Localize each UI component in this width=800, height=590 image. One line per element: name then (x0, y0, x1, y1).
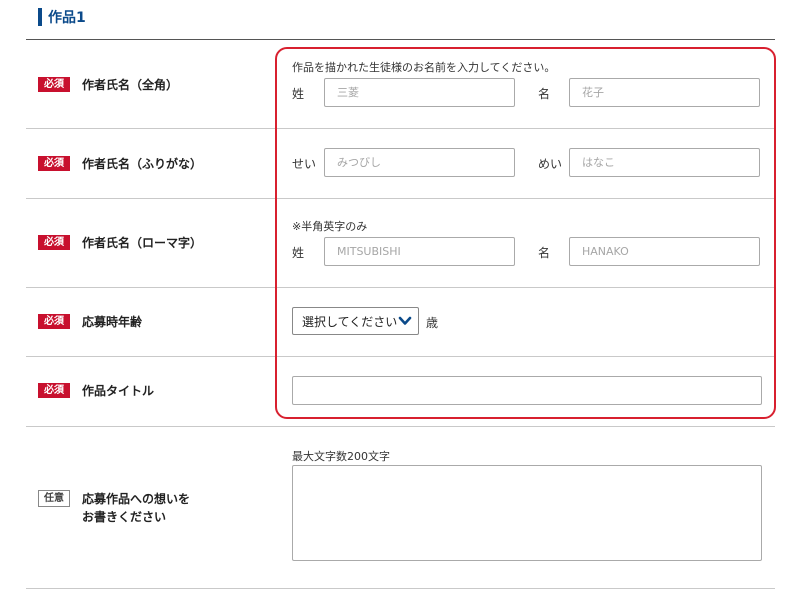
row-divider (26, 356, 775, 357)
required-badge: 必須 (38, 382, 70, 398)
thoughts-textarea[interactable] (292, 465, 762, 561)
label-line-2: お書きください (82, 510, 167, 524)
row-divider (26, 588, 775, 589)
row-divider (26, 426, 775, 427)
section-title: 作品1 (38, 8, 86, 26)
label-line-1: 応募作品への想いを (82, 492, 191, 506)
first-name-roman-label: 名 (538, 246, 551, 260)
row-divider (26, 128, 775, 129)
first-name-kanji-input[interactable] (569, 78, 760, 107)
chevron-down-icon (398, 316, 412, 325)
required-badge: 必須 (38, 313, 70, 329)
label-text-block: 応募作品への想いを お書きください (82, 490, 190, 526)
first-name-kana-label: めい (538, 157, 563, 171)
label-text: 作者氏名（全角） (82, 77, 179, 92)
row-divider (26, 287, 775, 288)
label-age: 必須 応募時年齢 (38, 311, 142, 331)
first-name-label: 名 (538, 87, 551, 101)
label-name-kana: 必須 作者氏名（ふりがな） (38, 153, 202, 173)
section-divider (26, 39, 775, 40)
label-text: 作品タイトル (82, 383, 155, 398)
last-name-kanji-input[interactable] (324, 78, 515, 107)
first-name-kana-input[interactable] (569, 148, 760, 177)
label-name-roman: 必須 作者氏名（ローマ字） (38, 232, 202, 252)
last-name-roman-label: 姓 (292, 246, 305, 260)
age-unit: 歳 (426, 316, 439, 330)
row-divider (26, 198, 775, 199)
name-roman-note: ※半角英字のみ (292, 220, 368, 233)
last-name-kana-input[interactable] (324, 148, 515, 177)
section-title-text: 作品1 (48, 10, 86, 26)
label-text: 応募時年齢 (82, 314, 143, 329)
required-badge: 必須 (38, 234, 70, 250)
name-kanji-note: 作品を描かれた生徒様のお名前を入力してください。 (292, 61, 556, 74)
first-name-roman-input[interactable] (569, 237, 760, 266)
label-title: 必須 作品タイトル (38, 380, 154, 400)
last-name-label: 姓 (292, 87, 305, 101)
label-text: 作者氏名（ふりがな） (82, 156, 203, 171)
label-thoughts: 任意 応募作品への想いを お書きください (38, 490, 190, 526)
last-name-kana-label: せい (292, 157, 317, 171)
optional-badge: 任意 (38, 490, 70, 507)
required-badge: 必須 (38, 76, 70, 92)
last-name-roman-input[interactable] (324, 237, 515, 266)
section-title-bar (38, 8, 42, 26)
work-title-input[interactable] (292, 376, 762, 405)
age-select-value: 選択してください (302, 314, 398, 329)
thoughts-note: 最大文字数200文字 (292, 450, 390, 463)
label-name-kanji: 必須 作者氏名（全角） (38, 74, 178, 94)
label-text: 作者氏名（ローマ字） (82, 235, 203, 250)
age-select[interactable]: 選択してください (292, 307, 419, 335)
required-badge: 必須 (38, 155, 70, 171)
